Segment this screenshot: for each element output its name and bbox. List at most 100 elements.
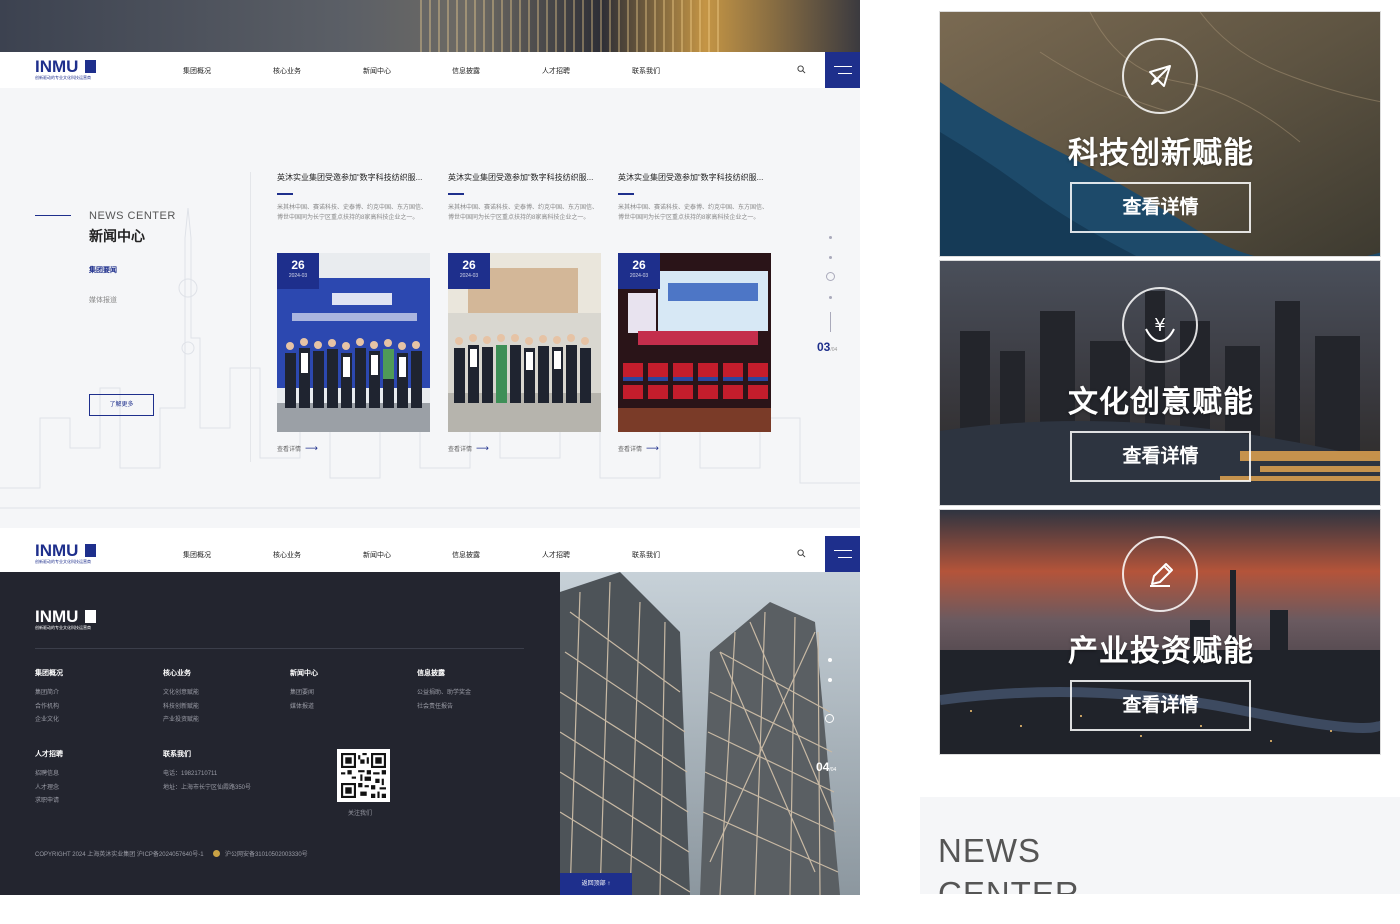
- news-tab-media[interactable]: 媒体报道: [89, 295, 117, 305]
- news-card-date: 26 2024-03: [448, 253, 490, 289]
- news-card-link[interactable]: 查看详情 ⟶: [618, 443, 771, 454]
- nav-item-disclosure[interactable]: 信息披露: [452, 550, 480, 560]
- pagination-dot-active[interactable]: [825, 714, 834, 723]
- pagination-dot-active[interactable]: [826, 272, 835, 281]
- footer-col-head[interactable]: 集团概况: [35, 668, 63, 678]
- news-title-accent: [35, 215, 71, 216]
- business-panel-culture[interactable]: ¥ 文化创意赋能 查看详情: [939, 260, 1381, 506]
- menu-button[interactable]: [825, 536, 860, 572]
- footer-link[interactable]: 招聘信息: [35, 768, 63, 782]
- news-card[interactable]: 英沐实业集团受邀参加“数字科技纺织服... 米其林中国、赛诺科技、史泰博、约克中…: [448, 172, 601, 454]
- search-icon[interactable]: [797, 549, 806, 558]
- nav-item-careers[interactable]: 人才招聘: [542, 550, 570, 560]
- news-tab-group[interactable]: 集团要闻: [89, 265, 117, 275]
- nav-item-news[interactable]: 新闻中心: [363, 550, 391, 560]
- news-card-month: 2024-03: [288, 273, 308, 279]
- police-badge-icon: [213, 850, 221, 857]
- news-card-accent: [277, 193, 293, 195]
- nav-item-disclosure[interactable]: 信息披露: [452, 66, 480, 76]
- site-logo[interactable]: INMU 创新驱动的专业文化科技运营商: [35, 542, 101, 568]
- site-logo[interactable]: INMU 创新驱动的专业文化科技运营商: [35, 58, 101, 84]
- site-navbar: INMU 创新驱动的专业文化科技运营商 集团概况 核心业务 新闻中心 信息披露 …: [0, 52, 860, 88]
- news-divider: [250, 172, 251, 462]
- view-details-button[interactable]: 查看详情: [1070, 680, 1251, 731]
- nav-item-about[interactable]: 集团概况: [183, 550, 211, 560]
- nav-item-news[interactable]: 新闻中心: [363, 66, 391, 76]
- logo-badge: [85, 544, 96, 557]
- logo-tagline: 创新驱动的专业文化科技运营商: [35, 625, 91, 630]
- news-card-link[interactable]: 查看详情 ⟶: [277, 443, 430, 454]
- news-card-photo[interactable]: 26 2024-03: [618, 253, 771, 432]
- section-counter: 03/04: [817, 340, 837, 354]
- footer-col-head[interactable]: 人才招聘: [35, 749, 63, 759]
- footer-link[interactable]: 企业文化: [35, 714, 63, 728]
- news-card-photo[interactable]: 26 2024-03: [277, 253, 430, 432]
- footer-link[interactable]: 合作机构: [35, 701, 63, 715]
- footer-col-contact: 联系我们 电话：19821710711 地址：上海市长宁区仙霞路350号: [163, 749, 251, 795]
- pagination-dot[interactable]: [829, 256, 832, 259]
- footer-logo[interactable]: INMU 创新驱动的专业文化科技运营商: [35, 608, 101, 634]
- nav-item-about[interactable]: 集团概况: [183, 66, 211, 76]
- news-card[interactable]: 英沐实业集团受邀参加“数字科技纺织服... 米其林中国、赛诺科技、史泰博、约克中…: [277, 172, 430, 454]
- arrow-right-icon: ⟶: [476, 443, 489, 453]
- copyright-text: COPYRIGHT 2024 上海英沐实业集团 沪ICP备2024057640号…: [35, 852, 204, 858]
- police-record-text[interactable]: 沪公网安备31010502003330号: [225, 852, 308, 858]
- nav-item-contact[interactable]: 联系我们: [632, 550, 660, 560]
- logo-tagline: 创新驱动的专业文化科技运营商: [35, 559, 91, 564]
- news-card-date: 26 2024-03: [277, 253, 319, 289]
- back-to-top-button[interactable]: 返回顶部 ↑: [560, 873, 632, 895]
- footer-col-head[interactable]: 新闻中心: [290, 668, 318, 678]
- view-details-button[interactable]: 查看详情: [1070, 431, 1251, 482]
- section-counter-total: /04: [829, 767, 837, 773]
- news-title-cn: 新闻中心: [89, 228, 145, 244]
- news-card-title[interactable]: 英沐实业集团受邀参加“数字科技纺织服...: [277, 172, 430, 184]
- menu-button[interactable]: [825, 52, 860, 88]
- news-card-title[interactable]: 英沐实业集团受邀参加“数字科技纺织服...: [618, 172, 771, 184]
- search-icon[interactable]: [797, 65, 806, 74]
- arrow-up-icon: ↑: [607, 881, 611, 887]
- nav-item-careers[interactable]: 人才招聘: [542, 66, 570, 76]
- news-card-link[interactable]: 查看详情 ⟶: [448, 443, 601, 454]
- news-card[interactable]: 英沐实业集团受邀参加“数字科技纺织服... 米其林中国、赛诺科技、史泰博、约克中…: [618, 172, 771, 454]
- panel-title: 文化创意赋能: [1068, 386, 1254, 419]
- news-card-month: 2024-03: [459, 273, 479, 279]
- footer-link[interactable]: 科技创新赋能: [163, 701, 199, 715]
- footer-col-head[interactable]: 信息披露: [417, 668, 471, 678]
- footer-link[interactable]: 求职申请: [35, 795, 63, 809]
- footer-link[interactable]: 产业投资赋能: [163, 714, 199, 728]
- news-card-desc: 米其林中国、赛诺科技、史泰博、约克中国、东方国信、博世中国同为长宁区重点扶持的8…: [618, 205, 769, 221]
- footer-link[interactable]: 集团要闻: [290, 687, 318, 701]
- learn-more-button[interactable]: 了解更多: [89, 394, 154, 416]
- nav-item-business[interactable]: 核心业务: [273, 550, 301, 560]
- pencil-icon: [1122, 536, 1198, 612]
- footer-link[interactable]: 文化创意赋能: [163, 687, 199, 701]
- news-title-en: NEWS CENTER: [89, 210, 176, 222]
- footer-col-head[interactable]: 核心业务: [163, 668, 199, 678]
- nav-item-contact[interactable]: 联系我们: [632, 66, 660, 76]
- pagination-dot[interactable]: [829, 236, 832, 239]
- footer-link[interactable]: 集团简介: [35, 687, 63, 701]
- news-section: NEWS CENTER 新闻中心 集团要闻 媒体报道 了解更多 英沐实业集团受邀…: [0, 88, 860, 528]
- footer-link[interactable]: 媒体报道: [290, 701, 318, 715]
- pagination-dot[interactable]: [828, 658, 832, 662]
- section-counter-current: 03: [817, 340, 831, 354]
- news-card-day: 26: [632, 258, 646, 272]
- rocket-icon: [1122, 38, 1198, 114]
- news-card-title[interactable]: 英沐实业集团受邀参加“数字科技纺织服...: [448, 172, 601, 184]
- section-counter: 04/04: [816, 760, 836, 774]
- logo-badge: [85, 60, 96, 73]
- view-details-button[interactable]: 查看详情: [1070, 182, 1251, 233]
- nav-item-business[interactable]: 核心业务: [273, 66, 301, 76]
- pagination-dot[interactable]: [828, 678, 832, 682]
- panel-title: 科技创新赋能: [1068, 137, 1254, 170]
- news-card-photo[interactable]: 26 2024-03: [448, 253, 601, 432]
- business-panel-tech[interactable]: 科技创新赋能 查看详情: [939, 11, 1381, 257]
- footer-link[interactable]: 人才理念: [35, 782, 63, 796]
- footer-col-head[interactable]: 联系我们: [163, 749, 251, 759]
- news-card-desc: 米其林中国、赛诺科技、史泰博、约克中国、东方国信、博世中国同为长宁区重点扶持的8…: [448, 205, 599, 221]
- footer-link[interactable]: 公益捐助、助学奖金: [417, 687, 471, 701]
- news-center-crop: NEWS CENTER: [920, 797, 1400, 894]
- footer-link[interactable]: 社会责任报告: [417, 701, 471, 715]
- business-panel-investment[interactable]: 产业投资赋能 查看详情: [939, 509, 1381, 755]
- pagination-dot[interactable]: [829, 296, 832, 299]
